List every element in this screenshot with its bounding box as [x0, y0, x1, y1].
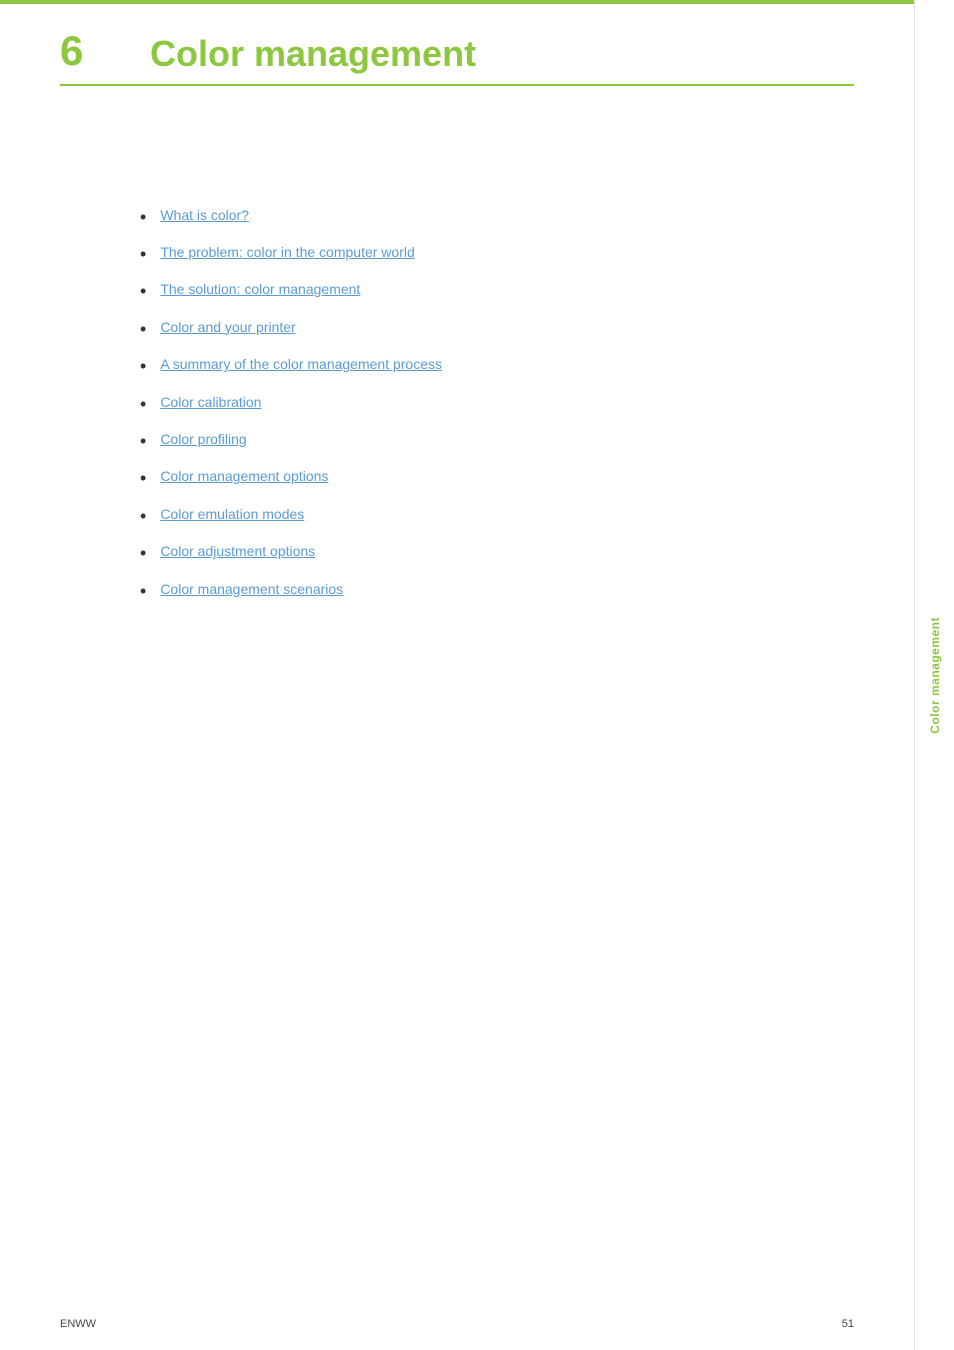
bullet-icon: •: [140, 206, 146, 229]
bullet-icon: •: [140, 467, 146, 490]
toc-list-item: • What is color?: [140, 206, 854, 229]
sidebar-tab: Color management: [914, 0, 954, 1350]
bullet-icon: •: [140, 580, 146, 603]
bullet-icon: •: [140, 430, 146, 453]
chapter-header: 6 Color management: [60, 30, 854, 86]
toc-list-item: • The solution: color management: [140, 280, 854, 303]
toc-list-item: • Color profiling: [140, 430, 854, 453]
bullet-icon: •: [140, 505, 146, 528]
toc-link-9[interactable]: Color emulation modes: [160, 505, 304, 525]
toc-list-item: • The problem: color in the computer worl…: [140, 243, 854, 266]
toc-list-item: • Color management options: [140, 467, 854, 490]
footer-left: ENWW: [60, 1318, 96, 1330]
toc-link-5[interactable]: A summary of the color management proces…: [160, 355, 442, 375]
main-content: 6 Color management • What is color? • The p…: [0, 0, 914, 1350]
toc-link-3[interactable]: The solution: color management: [160, 280, 360, 300]
toc-link-8[interactable]: Color management options: [160, 467, 328, 487]
toc-link-10[interactable]: Color adjustment options: [160, 542, 315, 562]
toc-list-item: • Color emulation modes: [140, 505, 854, 528]
bullet-icon: •: [140, 280, 146, 303]
footer-right: 51: [842, 1318, 854, 1330]
bullet-icon: •: [140, 393, 146, 416]
toc-link-11[interactable]: Color management scenarios: [160, 580, 343, 600]
toc-list: • What is color? • The problem: color in th…: [140, 206, 854, 603]
toc-link-7[interactable]: Color profiling: [160, 430, 246, 450]
toc-link-1[interactable]: What is color?: [160, 206, 249, 226]
bullet-icon: •: [140, 318, 146, 341]
toc-link-4[interactable]: Color and your printer: [160, 318, 295, 338]
sidebar-tab-label: Color management: [928, 617, 942, 734]
toc-link-2[interactable]: The problem: color in the computer world: [160, 243, 414, 263]
footer: ENWW 51: [60, 1318, 854, 1330]
page-container: Color management 6 Color management • Wha…: [0, 0, 954, 1350]
toc-list-item: • Color management scenarios: [140, 580, 854, 603]
toc-list-item: • Color adjustment options: [140, 542, 854, 565]
toc-list-item: • Color calibration: [140, 393, 854, 416]
bullet-icon: •: [140, 542, 146, 565]
chapter-number: 6: [60, 30, 110, 72]
chapter-title: Color management: [150, 30, 476, 74]
bullet-icon: •: [140, 243, 146, 266]
toc-list-item: • A summary of the color management proce…: [140, 355, 854, 378]
bullet-icon: •: [140, 355, 146, 378]
toc-link-6[interactable]: Color calibration: [160, 393, 261, 413]
toc-list-item: • Color and your printer: [140, 318, 854, 341]
